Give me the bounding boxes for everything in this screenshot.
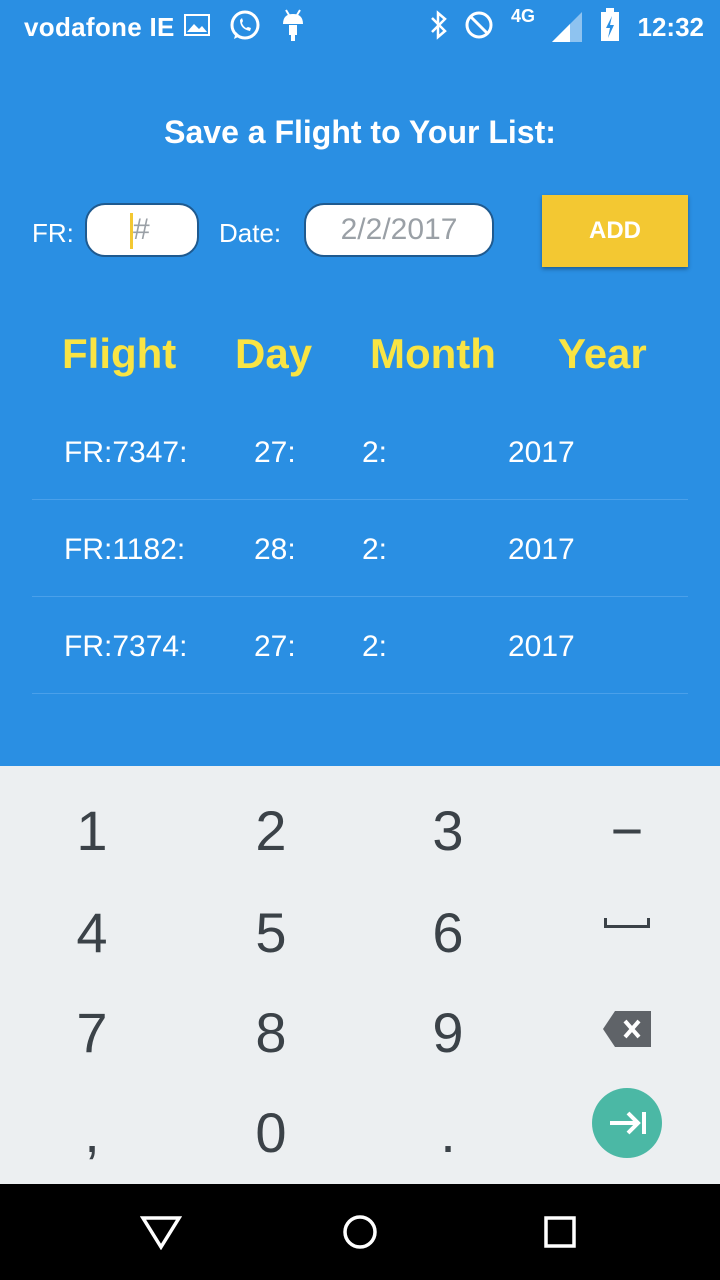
fr-input[interactable]: #: [85, 203, 199, 257]
day-cell: 28:: [254, 533, 296, 566]
column-header-day: Day: [235, 330, 313, 377]
flight-cell: FR:1182:: [64, 533, 186, 566]
column-header-year: Year: [558, 330, 647, 377]
key-9[interactable]: 9: [388, 988, 508, 1078]
table-row[interactable]: FR:7347: 27: 2: 2017: [32, 403, 688, 500]
date-label: Date:: [219, 218, 282, 248]
fr-input-placeholder: #: [133, 213, 150, 246]
month-cell: 2:: [362, 533, 388, 566]
key-6[interactable]: 6: [388, 888, 508, 978]
page-title: Save a Flight to Your List:: [164, 114, 556, 150]
back-icon[interactable]: [139, 1214, 183, 1255]
key-comma[interactable]: ,: [32, 1088, 152, 1178]
network-type: 4G: [511, 6, 536, 26]
add-button[interactable]: ADD: [542, 195, 688, 267]
fr-label: FR:: [32, 218, 74, 248]
bluetooth-icon: [430, 10, 448, 45]
whatsapp-icon: [228, 9, 262, 48]
key-5[interactable]: 5: [211, 888, 331, 978]
month-cell: 2:: [362, 630, 388, 663]
date-input[interactable]: 2/2/2017: [304, 203, 494, 257]
key-0[interactable]: 0: [211, 1088, 331, 1178]
navigation-bar: [0, 1184, 720, 1280]
signal-icon: [552, 12, 582, 47]
day-cell: 27:: [254, 436, 296, 469]
key-1[interactable]: 1: [32, 786, 152, 876]
recents-icon[interactable]: [543, 1215, 577, 1254]
key-next[interactable]: [592, 1088, 662, 1158]
status-bar: vodafone IE 4G 12:32: [0, 0, 720, 50]
key-space[interactable]: [604, 918, 650, 928]
numeric-keyboard: 1 2 3 − 4 5 6 7 8 9 , 0 .: [0, 766, 720, 1184]
column-header-flight: Flight: [62, 330, 177, 377]
key-4[interactable]: 4: [32, 888, 152, 978]
key-8[interactable]: 8: [211, 988, 331, 1078]
key-minus[interactable]: −: [567, 786, 687, 876]
tab-next-icon: [610, 1111, 646, 1135]
key-7[interactable]: 7: [32, 988, 152, 1078]
backspace-icon: [603, 1011, 651, 1047]
android-icon: [280, 8, 306, 47]
key-3[interactable]: 3: [388, 786, 508, 876]
month-cell: 2:: [362, 436, 388, 469]
date-input-value: 2/2/2017: [340, 213, 458, 246]
day-cell: 27:: [254, 630, 296, 663]
key-backspace[interactable]: [603, 1011, 651, 1052]
table-row[interactable]: FR:7374: 27: 2: 2017: [32, 597, 688, 694]
gallery-icon: [184, 14, 210, 41]
year-cell: 2017: [508, 436, 575, 469]
column-header-month: Month: [370, 330, 496, 377]
carrier-name: vodafone IE: [24, 12, 175, 42]
flight-cell: FR:7374:: [64, 630, 188, 663]
flight-cell: FR:7347:: [64, 436, 188, 469]
key-2[interactable]: 2: [211, 786, 331, 876]
key-period[interactable]: .: [388, 1088, 508, 1178]
table-row[interactable]: FR:1182: 28: 2: 2017: [32, 500, 688, 597]
clock: 12:32: [637, 12, 705, 42]
battery-charging-icon: [600, 8, 620, 47]
do-not-disturb-icon: [464, 10, 494, 45]
year-cell: 2017: [508, 533, 575, 566]
home-icon[interactable]: [342, 1214, 378, 1255]
year-cell: 2017: [508, 630, 575, 663]
